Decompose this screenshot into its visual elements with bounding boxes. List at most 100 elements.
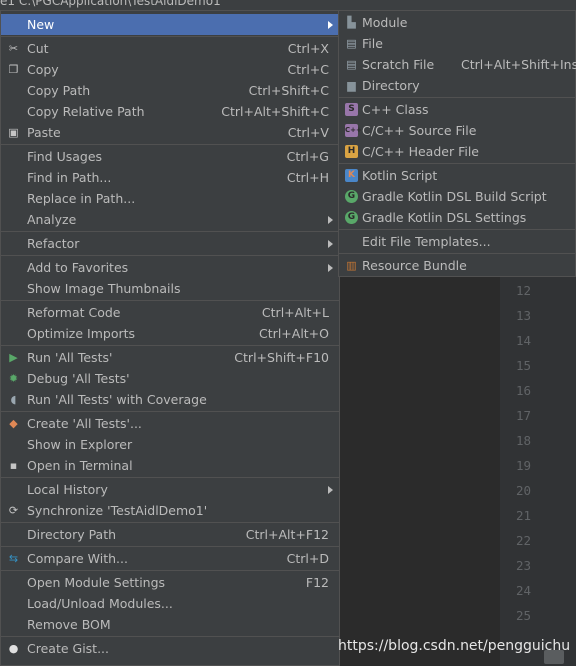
gradle-icon: G [345,211,358,224]
menu-item-synchronize[interactable]: ⟳ Synchronize 'TestAidlDemo1' [1,500,339,521]
submenu-item-resource-bundle[interactable]: ▥ Resource Bundle [339,255,575,276]
line-number: 24 [516,583,532,598]
submenu-item-edit-templates[interactable]: Edit File Templates... [339,231,575,252]
menu-item-label: Optimize Imports [27,326,136,341]
menu-item-debug-tests[interactable]: ✹ Debug 'All Tests' [1,368,339,389]
submenu-item-cpp-class[interactable]: S C++ Class [339,99,575,120]
menu-item-open-in-terminal[interactable]: ▪ Open in Terminal [1,455,339,476]
menu-item-run-with-coverage[interactable]: ◖ Run 'All Tests' with Coverage [1,389,339,410]
menu-separator [1,546,339,547]
title-bar: e1 C:\PGCApplication\TestAidlDemo1 [0,0,576,10]
menu-item-label: Analyze [27,212,77,227]
shortcut-label: Ctrl+Alt+L [261,305,329,320]
menu-separator [339,253,575,254]
menu-item-replace-in-path[interactable]: Replace in Path... [1,188,339,209]
menu-item-label: Run 'All Tests' [27,350,113,365]
menu-item-remove-bom[interactable]: Remove BOM [1,614,339,635]
cpp-header-icon: H [345,145,358,158]
menu-item-copy-relative-path[interactable]: Copy Relative Path Ctrl+Alt+Shift+C [1,101,339,122]
shortcut-label: Ctrl+C [287,62,329,77]
submenu-item-cpp-source[interactable]: C++ C/C++ Source File [339,120,575,141]
menu-item-module-settings[interactable]: Open Module Settings F12 [1,572,339,593]
menu-item-label: Open Module Settings [27,575,166,590]
line-number: 25 [516,608,532,623]
menu-item-label: Reformat Code [27,305,121,320]
kotlin-icon: K [345,169,358,182]
submenu-item-kotlin-script[interactable]: K Kotlin Script [339,165,575,186]
menu-item-reformat-code[interactable]: Reformat Code Ctrl+Alt+L [1,302,339,323]
menu-item-load-unload-modules[interactable]: Load/Unload Modules... [1,593,339,614]
watermark-text: https://blog.csdn.net/pengguichu [338,638,571,654]
menu-separator [339,97,575,98]
submenu-item-cpp-header[interactable]: H C/C++ Header File [339,141,575,162]
menu-item-label: Gradle Kotlin DSL Build Script [362,189,547,204]
shortcut-label: Ctrl+Alt+Shift+C [221,104,329,119]
menu-item-show-thumbnails[interactable]: Show Image Thumbnails [1,278,339,299]
menu-item-label: Cut [27,41,49,56]
menu-separator [1,636,339,637]
menu-item-run-tests[interactable]: ▶ Run 'All Tests' Ctrl+Shift+F10 [1,347,339,368]
menu-item-label: Edit File Templates... [362,234,491,249]
submenu-item-file[interactable]: ▤ File [339,33,575,54]
menu-item-label: Refactor [27,236,80,251]
file-icon: ▤ [346,37,357,50]
menu-item-paste[interactable]: ▣ Paste Ctrl+V [1,122,339,143]
line-number: 18 [516,433,532,448]
submenu-item-gradle-build[interactable]: G Gradle Kotlin DSL Build Script [339,186,575,207]
menu-item-find-usages[interactable]: Find Usages Ctrl+G [1,146,339,167]
menu-separator [339,229,575,230]
submenu-item-module[interactable]: ▙ Module [339,12,575,33]
menu-item-label: C/C++ Source File [362,123,477,138]
run-icon: ▶ [9,351,18,364]
menu-item-analyze[interactable]: Analyze [1,209,339,230]
menu-item-label: Run 'All Tests' with Coverage [27,392,207,407]
menu-item-directory-path[interactable]: Directory Path Ctrl+Alt+F12 [1,524,339,545]
menu-item-copy-path[interactable]: Copy Path Ctrl+Shift+C [1,80,339,101]
menu-item-optimize-imports[interactable]: Optimize Imports Ctrl+Alt+O [1,323,339,344]
menu-item-local-history[interactable]: Local History [1,479,339,500]
menu-item-refactor[interactable]: Refactor [1,233,339,254]
menu-item-compare-with[interactable]: ⇆ Compare With... Ctrl+D [1,548,339,569]
menu-item-label: Copy Path [27,83,91,98]
scratch-file-icon: ▤ [346,58,357,71]
project-path: e1 C:\PGCApplication\TestAidlDemo1 [0,0,221,8]
line-number: 19 [516,458,532,473]
debug-bug-icon: ✹ [8,372,19,385]
menu-item-show-in-explorer[interactable]: Show in Explorer [1,434,339,455]
menu-item-label: Open in Terminal [27,458,133,473]
menu-item-label: Find Usages [27,149,103,164]
submenu-arrow-icon [328,486,333,494]
menu-item-label: Local History [27,482,108,497]
menu-item-label: Kotlin Script [362,168,438,183]
menu-item-create-tests[interactable]: ◆ Create 'All Tests'... [1,413,339,434]
cpp-class-icon: S [345,103,358,116]
submenu-item-directory[interactable]: ▆ Directory [339,75,575,96]
submenu-item-scratch-file[interactable]: ▤ Scratch File Ctrl+Alt+Shift+Insert [339,54,576,75]
menu-item-label: Directory Path [27,527,117,542]
submenu-arrow-icon [328,21,333,29]
clipboard-icon: ▣ [8,126,19,139]
shortcut-label: Ctrl+G [286,149,329,164]
menu-item-label: C++ Class [362,102,429,117]
menu-item-new[interactable]: New [1,14,339,35]
line-number: 13 [516,308,532,323]
shortcut-label: Ctrl+Alt+F12 [245,527,329,542]
copy-icon: ❐ [8,63,19,76]
menu-item-label: Synchronize 'TestAidlDemo1' [27,503,208,518]
menu-item-find-in-path[interactable]: Find in Path... Ctrl+H [1,167,339,188]
line-number: 21 [516,508,532,523]
menu-item-label: Module [362,15,408,30]
shortcut-label: Ctrl+X [287,41,329,56]
menu-item-add-to-favorites[interactable]: Add to Favorites [1,257,339,278]
menu-item-create-gist[interactable]: ● Create Gist... [1,638,339,659]
menu-item-cut[interactable]: ✂ Cut Ctrl+X [1,38,339,59]
submenu-item-gradle-settings[interactable]: G Gradle Kotlin DSL Settings [339,207,575,228]
menu-item-label: Create Gist... [27,641,110,656]
menu-separator [1,144,339,145]
menu-item-label: Paste [27,125,61,140]
menu-separator [1,411,339,412]
menu-separator [339,163,575,164]
menu-item-copy[interactable]: ❐ Copy Ctrl+C [1,59,339,80]
menu-item-label: Find in Path... [27,170,112,185]
menu-item-label: File [362,36,383,51]
